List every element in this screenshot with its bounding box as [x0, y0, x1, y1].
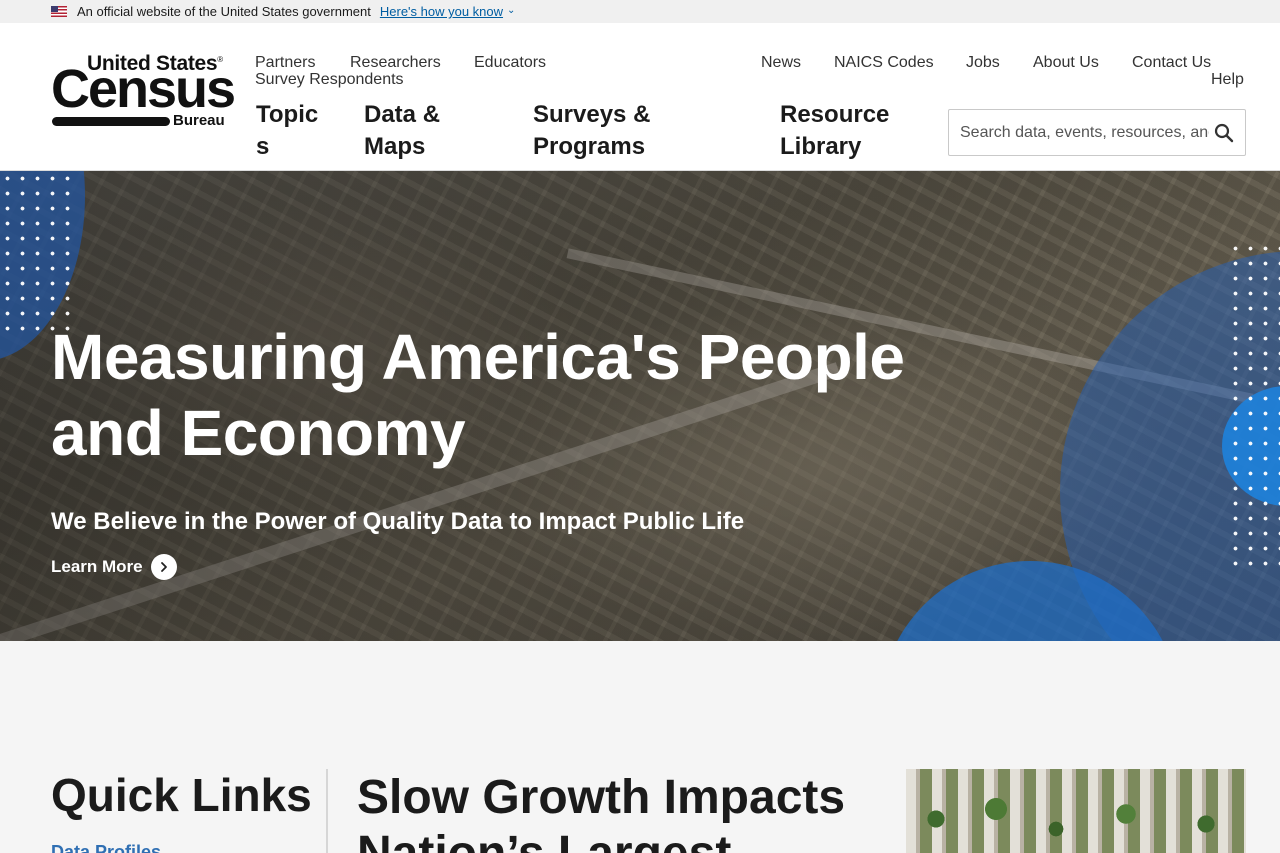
census-logo[interactable]: United States® Census Bureau: [51, 52, 238, 132]
quick-link-data-profiles[interactable]: Data Profiles: [51, 842, 161, 853]
chevron-down-icon[interactable]: ⌄: [507, 5, 515, 16]
chevron-right-icon[interactable]: [150, 554, 177, 580]
nav-help[interactable]: Help: [1211, 71, 1244, 89]
nav-survey-respondents[interactable]: Survey Respondents: [255, 71, 404, 89]
featured-story-image[interactable]: [906, 769, 1246, 853]
hero-title: Measuring America's People and Economy: [51, 321, 905, 469]
nav-jobs[interactable]: Jobs: [966, 54, 1000, 72]
heres-how-you-know-link[interactable]: Here's how you know: [380, 4, 503, 19]
search-icon[interactable]: [1209, 118, 1239, 148]
nav-news[interactable]: News: [761, 54, 801, 72]
logo-census: Census: [51, 59, 236, 119]
nav-about-us[interactable]: About Us: [1033, 54, 1099, 72]
hero-banner: Measuring America's People and Economy W…: [0, 171, 1280, 641]
section-divider: [326, 769, 328, 853]
learn-more-label: Learn More: [51, 557, 143, 576]
site-header: United States® Census Bureau Partners Re…: [0, 23, 1280, 171]
learn-more-link[interactable]: Learn More: [51, 554, 177, 580]
featured-story-title[interactable]: Slow Growth Impacts Nation’s Largest: [357, 770, 877, 853]
logo-bar: [52, 117, 170, 126]
gov-banner: An official website of the United States…: [0, 0, 1280, 23]
us-flag-icon: [51, 6, 67, 17]
main-nav-surveys-programs[interactable]: Surveys & Programs: [533, 99, 683, 163]
nav-educators[interactable]: Educators: [474, 54, 546, 72]
decor-dot-grid: [0, 171, 78, 341]
logo-bureau: Bureau: [173, 112, 225, 129]
gov-banner-text: An official website of the United States…: [77, 4, 371, 19]
nav-partners[interactable]: Partners: [255, 54, 315, 72]
nav-researchers[interactable]: Researchers: [350, 54, 441, 72]
hero-subtitle: We Believe in the Power of Quality Data …: [51, 508, 745, 535]
decor-dot-grid: [1228, 241, 1280, 571]
main-nav-data-maps[interactable]: Data & Maps: [364, 99, 474, 163]
nav-naics-codes[interactable]: NAICS Codes: [834, 54, 934, 72]
main-nav-topics[interactable]: Topics: [256, 99, 326, 163]
nav-contact-us[interactable]: Contact Us: [1132, 54, 1211, 72]
search-input[interactable]: [949, 110, 1209, 155]
main-nav-resource-library[interactable]: Resource Library: [780, 99, 930, 163]
search-box: [948, 109, 1246, 156]
quick-links-title: Quick Links: [51, 769, 312, 821]
